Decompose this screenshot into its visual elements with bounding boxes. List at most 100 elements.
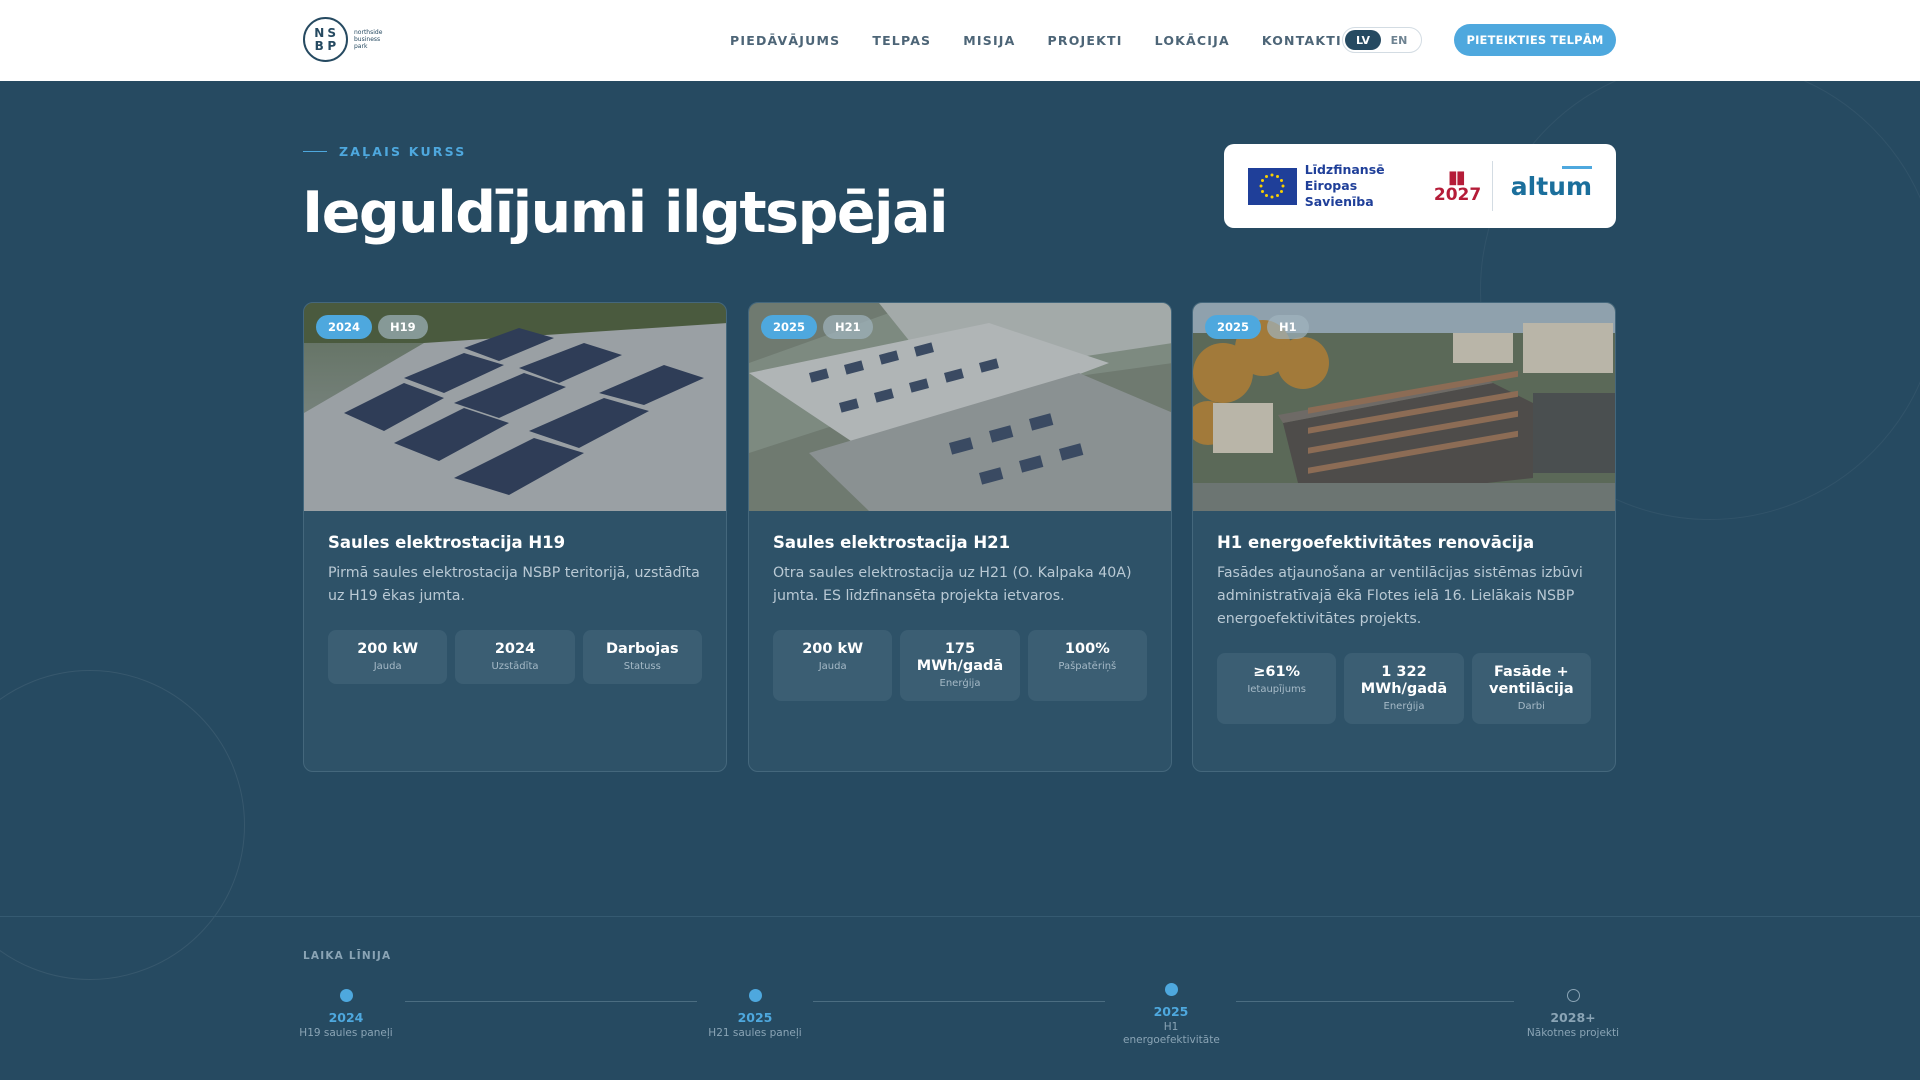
funding-logos: Līdzfinansē Eiropas Savienība ▮▮ 2027 al… bbox=[1224, 144, 1616, 228]
stat-value: 175 MWh/gadā bbox=[916, 641, 1004, 674]
timeline-item[interactable]: 2028+ Nākotnes projekti bbox=[1503, 989, 1643, 1040]
timeline-year: 2025 bbox=[737, 1010, 773, 1025]
timeline-label: Nākotnes projekti bbox=[1526, 1027, 1620, 1039]
card-body: H1 energoefektivitātes renovācija Fasāde… bbox=[1193, 511, 1615, 746]
stat-label: Jauda bbox=[373, 661, 402, 672]
project-card-h1[interactable]: 2025 H1 H1 energoefektivitātes renovācij… bbox=[1192, 302, 1616, 772]
stat-value: Darbojas bbox=[605, 641, 679, 657]
card-description: Fasādes atjaunošana ar ventilācijas sist… bbox=[1217, 565, 1583, 627]
nav-link-projekti[interactable]: PROJEKTI bbox=[1048, 33, 1123, 48]
timeline-connector bbox=[1236, 1001, 1514, 1002]
card-description: Pirmā saules elektrostacija NSBP teritor… bbox=[328, 565, 700, 604]
eyebrow-text: ZAĻAIS KURSS bbox=[339, 144, 467, 159]
timeline-dot bbox=[339, 989, 353, 1002]
stat-box: 200 kW Jauda bbox=[773, 630, 893, 701]
timeline-year: 2028+ bbox=[1550, 1010, 1596, 1025]
stat-value: Fasāde + ventilācija bbox=[1489, 664, 1574, 697]
stat-label: Ietaupījums bbox=[1247, 684, 1306, 695]
logo-letter: N bbox=[314, 25, 325, 40]
nsbp-logo[interactable]: N S B P northside business park bbox=[303, 17, 394, 62]
logo-2027-bars-icon: ▮▮ bbox=[1447, 166, 1466, 188]
project-card-h19[interactable]: 2024 H19 Saules elektrostacija H19 Pirmā… bbox=[303, 302, 727, 772]
stat-label: Statuss bbox=[623, 661, 661, 672]
card-stats: 200 kW Jauda 175 MWh/gadā Enerģija 100% … bbox=[773, 630, 1147, 701]
project-photo-h19: 2024 H19 bbox=[304, 303, 726, 511]
timeline-item[interactable]: 2025 H1 energoefektivitāte bbox=[1101, 983, 1241, 1047]
nav-link-piedavajums[interactable]: PIEDĀVĀJUMS bbox=[730, 33, 840, 48]
timeline-label: H21 saules paneļi bbox=[708, 1027, 802, 1039]
timeline-item[interactable]: 2025 H21 saules paneļi bbox=[685, 989, 825, 1040]
timeline-year: 2025 bbox=[1153, 1004, 1189, 1019]
timeline-dot bbox=[1164, 983, 1178, 996]
stat-box: 2024 Uzstādīta bbox=[455, 630, 575, 684]
card-description: Otra saules elektrostacija uz H21 (O. Ka… bbox=[773, 565, 1132, 604]
card-body: Saules elektrostacija H19 Pirmā saules e… bbox=[304, 511, 726, 706]
stat-value: 2024 bbox=[494, 641, 536, 657]
logo-letter: B bbox=[314, 39, 324, 54]
stat-box: ≥61% Ietaupījums bbox=[1217, 653, 1337, 724]
timeline-title: LAIKA LĪNIJA bbox=[303, 950, 392, 962]
project-photo-h21: 2025 H21 bbox=[749, 303, 1171, 511]
card-stats: ≥61% Ietaupījums 1 322 MWh/gadā Enerģija… bbox=[1217, 653, 1591, 724]
year-badge: 2024 bbox=[316, 315, 373, 339]
timeline-year: 2024 bbox=[328, 1010, 364, 1025]
building-code-badge: H1 bbox=[1267, 315, 1309, 339]
stat-box: 200 kW Jauda bbox=[328, 630, 448, 684]
card-badges: 2025 H1 bbox=[1205, 315, 1309, 339]
altum-dash-icon bbox=[1562, 165, 1592, 169]
logo-text: northside business park bbox=[354, 29, 383, 50]
decorative-circle bbox=[0, 670, 245, 980]
nav-link-telpas[interactable]: TELPAS bbox=[872, 33, 931, 48]
top-navbar: N S B P northside business park PIEDĀVĀJ… bbox=[0, 0, 1920, 81]
logo-2027-text: 2027 bbox=[1433, 184, 1482, 205]
section-eyebrow: ZAĻAIS KURSS bbox=[303, 144, 466, 159]
stat-label: Jauda bbox=[818, 661, 847, 672]
nav-link-misija[interactable]: MISIJA bbox=[963, 33, 1015, 48]
page-title: Ieguldījumi ilgtspējai bbox=[302, 180, 949, 246]
stat-box: 100% Pašpatēriņš bbox=[1027, 630, 1147, 701]
timeline-separator bbox=[0, 916, 1920, 917]
timeline-label: H1 energoefektivitāte bbox=[1123, 1021, 1220, 1046]
year-badge: 2025 bbox=[1205, 315, 1262, 339]
eu-cofinanced-text: Līdzfinansē Eiropas Savienība bbox=[1304, 162, 1385, 209]
altum-logo: altum bbox=[1510, 165, 1592, 201]
eu-flag-icon bbox=[1248, 167, 1297, 205]
building-code-badge: H19 bbox=[378, 315, 428, 339]
lang-option-en[interactable]: EN bbox=[1381, 30, 1417, 50]
logo-mark: N S B P bbox=[303, 17, 348, 62]
timeline-connector bbox=[813, 1001, 1105, 1002]
project-photo-h1: 2025 H1 bbox=[1193, 303, 1615, 511]
stat-value: 100% bbox=[1064, 641, 1110, 657]
timeline-item[interactable]: 2024 H19 saules paneļi bbox=[276, 989, 416, 1040]
stat-value: ≥61% bbox=[1253, 664, 1301, 680]
stat-label: Pašpatēriņš bbox=[1058, 661, 1117, 672]
card-body: Saules elektrostacija H21 Otra saules el… bbox=[749, 511, 1171, 723]
card-badges: 2024 H19 bbox=[316, 315, 428, 339]
stat-box: Fasāde + ventilācija Darbi bbox=[1471, 653, 1591, 724]
lang-option-lv[interactable]: LV bbox=[1345, 30, 1381, 50]
nav-link-kontakti[interactable]: KONTAKTI bbox=[1262, 33, 1342, 48]
nav-link-lokacija[interactable]: LOKĀCIJA bbox=[1155, 33, 1230, 48]
stat-box: 1 322 MWh/gadā Enerģija bbox=[1344, 653, 1464, 724]
altum-logo-text: altum bbox=[1510, 171, 1592, 201]
card-stats: 200 kW Jauda 2024 Uzstādīta Darbojas Sta… bbox=[328, 630, 702, 684]
stat-box: Darbojas Statuss bbox=[582, 630, 702, 684]
language-switcher: LV EN bbox=[1342, 27, 1422, 53]
timeline-label: H19 saules paneļi bbox=[299, 1027, 393, 1039]
timeline-dot bbox=[748, 989, 762, 1002]
apply-for-space-button[interactable]: PIETEIKTIES TELPĀM bbox=[1454, 24, 1616, 56]
card-badges: 2025 H21 bbox=[761, 315, 873, 339]
year-badge: 2025 bbox=[761, 315, 818, 339]
building-code-badge: H21 bbox=[823, 315, 873, 339]
card-title: Saules elektrostacija H19 bbox=[328, 533, 566, 552]
main-menu: PIEDĀVĀJUMS TELPAS MISIJA PROJEKTI LOKĀC… bbox=[730, 0, 1374, 81]
stat-value: 1 322 MWh/gadā bbox=[1360, 664, 1448, 697]
eyebrow-line bbox=[303, 151, 327, 152]
stat-label: Darbi bbox=[1517, 701, 1545, 712]
logo-divider bbox=[1491, 161, 1493, 211]
project-card-h21[interactable]: 2025 H21 Saules elektrostacija H21 Otra … bbox=[748, 302, 1172, 772]
card-title: Saules elektrostacija H21 bbox=[773, 533, 1011, 552]
stat-label: Uzstādīta bbox=[491, 661, 539, 672]
stat-label: Enerģija bbox=[1383, 701, 1425, 712]
logo-2027: ▮▮ 2027 bbox=[1433, 166, 1482, 205]
